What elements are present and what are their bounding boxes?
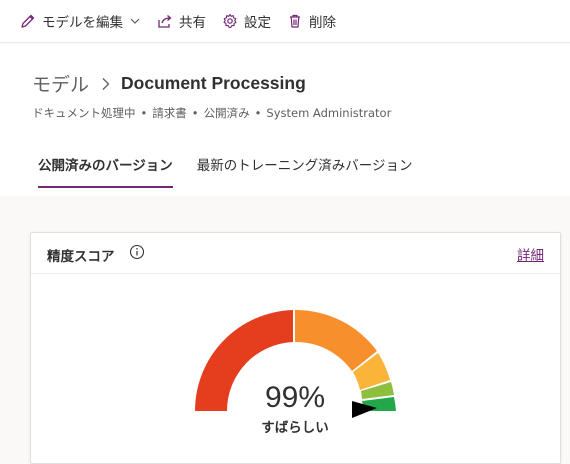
version-tabs: 公開済みのバージョン 最新のトレーニング済みバージョン bbox=[38, 154, 436, 188]
accuracy-score-value: 99% bbox=[264, 381, 326, 414]
command-bar: モデルを編集 共有 設定 削除 bbox=[0, 0, 570, 43]
meta-owner: System Administrator bbox=[266, 106, 392, 120]
breadcrumb-root-link[interactable]: モデル bbox=[32, 70, 89, 97]
delete-button[interactable]: 削除 bbox=[287, 11, 336, 31]
settings-button[interactable]: 設定 bbox=[222, 11, 271, 31]
tab-latest-trained-version[interactable]: 最新のトレーニング済みバージョン bbox=[197, 154, 413, 188]
accuracy-rating-label: すばらしい bbox=[261, 420, 329, 436]
meta-status: ドキュメント処理中 bbox=[32, 106, 136, 120]
separator-dot: • bbox=[191, 106, 199, 120]
chevron-down-icon bbox=[130, 18, 140, 24]
page-header: モデル Document Processing ドキュメント処理中 • 請求書 … bbox=[0, 44, 570, 196]
share-icon bbox=[158, 15, 172, 28]
settings-label: 設定 bbox=[244, 15, 271, 31]
model-metadata: ドキュメント処理中 • 請求書 • 公開済み • System Administ… bbox=[32, 105, 391, 121]
meta-publish-state: 公開済み bbox=[203, 106, 250, 120]
breadcrumb: モデル Document Processing bbox=[32, 70, 306, 97]
separator-dot: • bbox=[254, 106, 262, 120]
meta-doc-type: 請求書 bbox=[152, 106, 187, 120]
trash-icon bbox=[290, 14, 300, 28]
edit-model-label: モデルを編集 bbox=[42, 15, 123, 31]
gauge-segment-orange bbox=[295, 309, 377, 371]
delete-label: 削除 bbox=[309, 15, 336, 31]
tab-published-version[interactable]: 公開済みのバージョン bbox=[38, 154, 173, 188]
gear-icon bbox=[223, 13, 237, 28]
accuracy-score-card: 精度スコア 詳細 99% すばらしい bbox=[30, 232, 561, 464]
pencil-icon bbox=[21, 14, 35, 28]
edit-model-button[interactable]: モデルを編集 bbox=[20, 11, 141, 31]
share-button[interactable]: 共有 bbox=[157, 11, 206, 31]
chevron-right-icon bbox=[101, 77, 111, 91]
separator-dot: • bbox=[140, 106, 148, 120]
share-label: 共有 bbox=[179, 15, 206, 31]
page-title: Document Processing bbox=[121, 73, 306, 93]
